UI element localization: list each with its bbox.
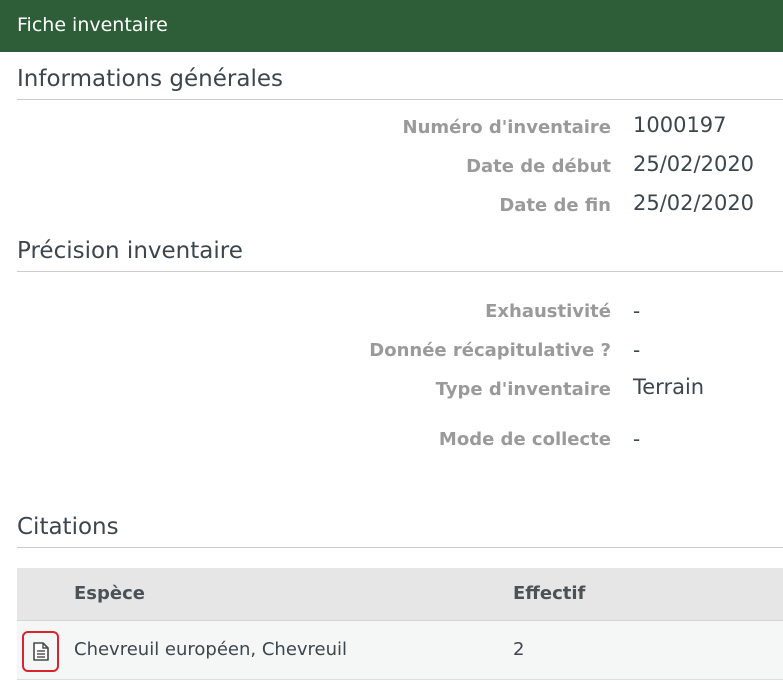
citations-table: Espèce Effectif Chevreuil européen, Chev… xyxy=(17,568,783,680)
field-label: Type d'inventaire xyxy=(435,379,611,400)
field-value: 25/02/2020 xyxy=(633,152,755,176)
field-label: Mode de collecte xyxy=(438,429,611,450)
column-header-species: Espèce xyxy=(74,583,145,604)
field-label: Exhaustivité xyxy=(485,301,611,322)
field-value: - xyxy=(633,427,641,451)
section-title-precision: Précision inventaire xyxy=(17,238,783,272)
field-row-collection-mode: Mode de collecte - xyxy=(0,427,783,459)
field-label: Date de fin xyxy=(499,195,611,216)
view-citation-button[interactable] xyxy=(22,631,59,672)
field-value: 1000197 xyxy=(633,113,727,137)
table-header: Espèce Effectif xyxy=(17,568,783,621)
field-value: Terrain xyxy=(633,375,705,399)
field-value: - xyxy=(633,338,641,362)
section-title-citations: Citations xyxy=(17,514,783,548)
field-label: Donnée récapitulative ? xyxy=(369,340,611,361)
page-title: Fiche inventaire xyxy=(17,14,168,36)
table-row: Chevreuil européen, Chevreuil 2 xyxy=(17,621,783,680)
field-row-inventory-number: Numéro d'inventaire 1000197 xyxy=(0,113,783,147)
section-title-general: Informations générales xyxy=(17,66,783,100)
field-row-inventory-type: Type d'inventaire Terrain xyxy=(0,375,783,409)
field-row-end-date: Date de fin 25/02/2020 xyxy=(0,191,783,225)
field-label: Date de début xyxy=(466,156,611,177)
field-label: Numéro d'inventaire xyxy=(402,117,612,138)
field-row-summary-data: Donnée récapitulative ? - xyxy=(0,338,783,370)
field-value: 25/02/2020 xyxy=(633,191,755,215)
cell-count: 2 xyxy=(513,639,525,660)
cell-species: Chevreuil européen, Chevreuil xyxy=(74,639,348,660)
page-header: Fiche inventaire xyxy=(0,0,783,52)
document-icon xyxy=(33,642,49,661)
column-header-count: Effectif xyxy=(513,583,586,604)
field-value: - xyxy=(633,299,641,323)
field-row-start-date: Date de début 25/02/2020 xyxy=(0,152,783,186)
field-row-exhaustiveness: Exhaustivité - xyxy=(0,299,783,331)
